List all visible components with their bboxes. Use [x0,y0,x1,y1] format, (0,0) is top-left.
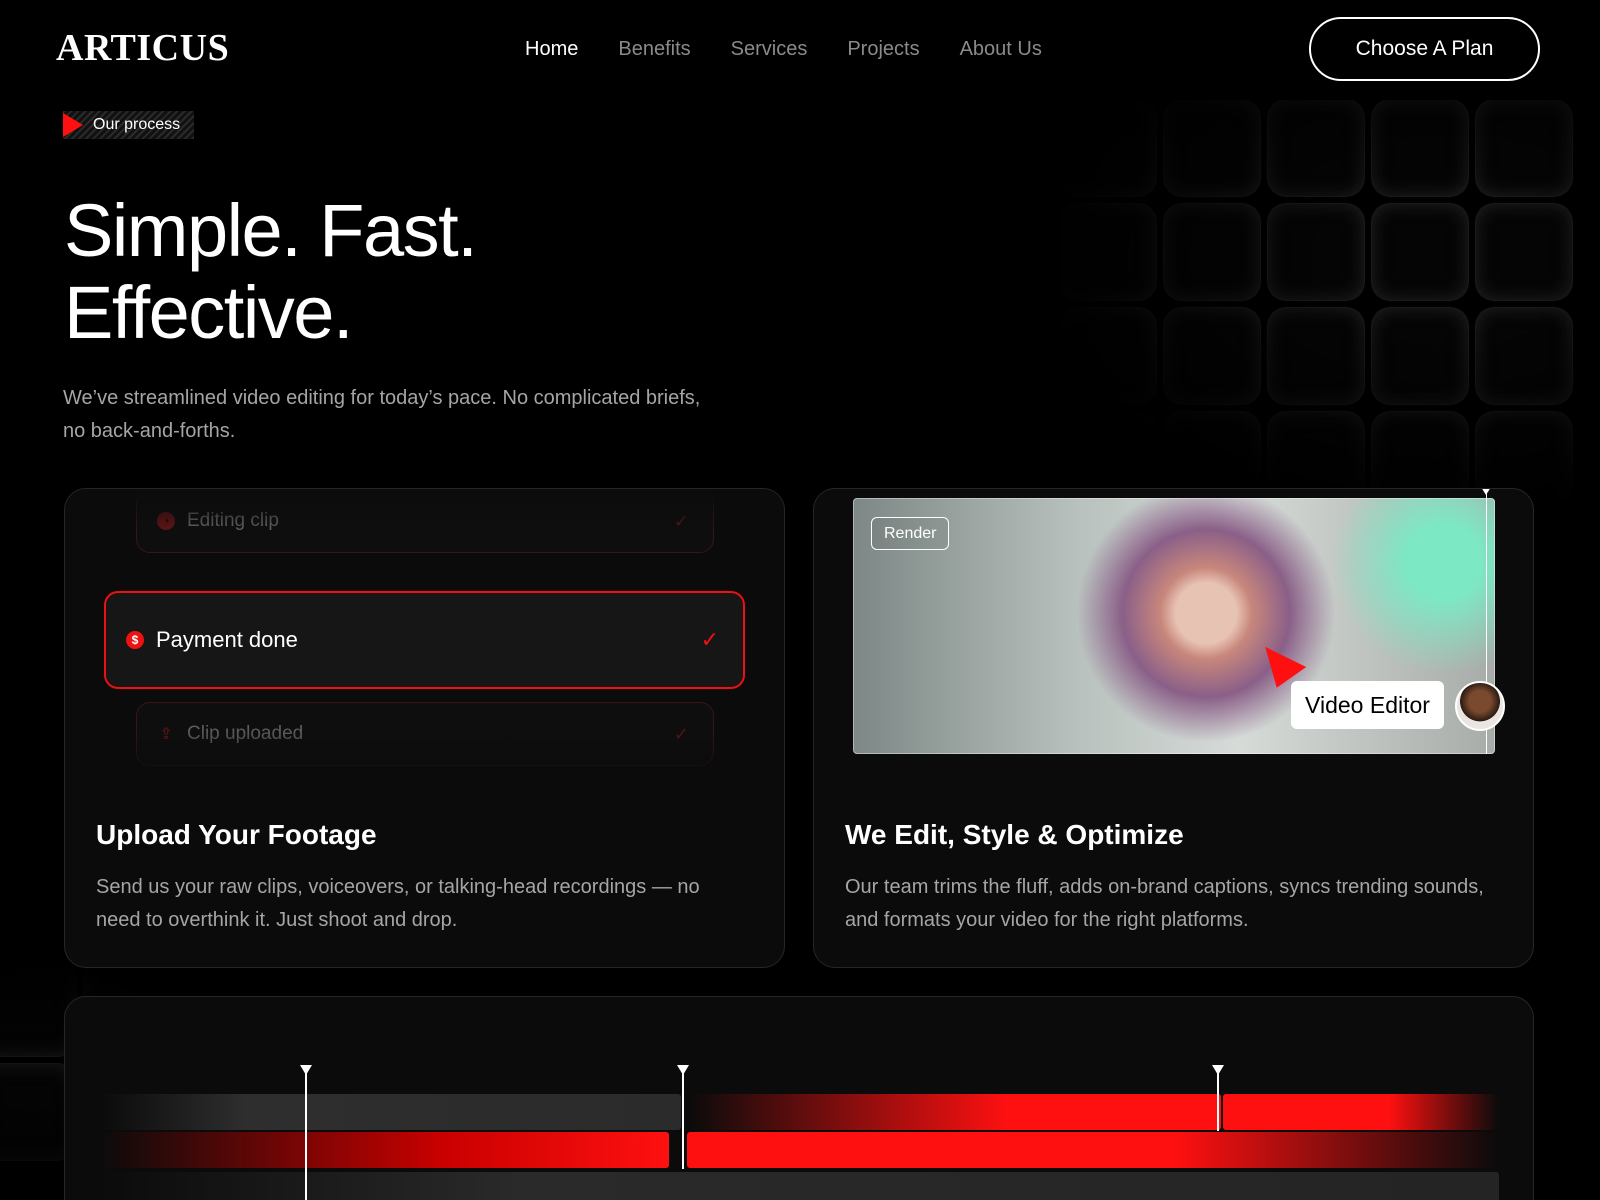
step-clip-uploaded: ⇪ Clip uploaded ✓ [136,702,714,766]
nav-item-projects[interactable]: Projects [847,38,919,61]
hero-lead: We’ve streamlined video editing for toda… [63,387,701,442]
nav-item-home[interactable]: Home [525,38,578,61]
check-icon: ✓ [700,627,719,652]
timeline-marker-line [305,1069,307,1200]
section-badge: Our process [63,111,195,139]
nav-item-about-us[interactable]: About Us [960,38,1042,61]
page-title-line-1: Simple. Fast. [64,189,478,272]
video-editor-tag: Video Editor [1291,681,1444,729]
page-title-line-2: Effective. [64,271,354,354]
timeline-track-clip[interactable] [687,1132,1499,1168]
step-label: Payment done [156,627,298,652]
check-icon: ✓ [673,510,689,531]
dollar-icon: $ [126,631,144,649]
pie-chart-icon: ◔ [157,512,175,530]
timeline-track-clip[interactable] [101,1172,1499,1200]
process-card-upload: ◔ Editing clip ✓ $ Payment done ✓ ⇪ Clip… [64,488,785,968]
check-icon: ✓ [673,723,689,744]
page-title: Simple. Fast. Effective. [64,189,478,354]
card-title: Upload Your Footage [96,819,377,850]
playhead-marker-icon[interactable] [1481,489,1491,495]
brand-logo[interactable]: ARTICUS [56,26,229,70]
step-label: Clip uploaded [187,723,304,744]
nav-item-benefits[interactable]: Benefits [618,38,690,61]
upload-icon: ⇪ [159,726,173,743]
timeline-marker-line [1217,1069,1219,1131]
card-description: Send us your raw clips, voiceovers, or t… [96,876,700,931]
timeline-marker-icon[interactable] [677,1065,689,1075]
timeline-track-clip[interactable] [1223,1094,1499,1130]
nav-item-services[interactable]: Services [731,38,808,61]
card-title: We Edit, Style & Optimize [845,819,1184,850]
timeline-track-clip[interactable] [101,1094,681,1130]
section-badge-label: Our process [93,116,181,133]
avatar [1455,681,1505,731]
timeline-card [64,996,1534,1200]
timeline-marker-icon[interactable] [300,1065,312,1075]
main-nav: Home Benefits Services Projects About Us [525,38,1042,61]
timeline-track-clip[interactable] [101,1132,669,1168]
timeline-track-clip[interactable] [689,1094,1221,1130]
step-payment-done: $ Payment done ✓ [104,591,745,689]
decorative-tile-grid [1060,100,1600,508]
render-tag: Render [871,517,950,550]
choose-plan-button[interactable]: Choose A Plan [1309,17,1540,81]
timeline-marker-icon[interactable] [1212,1065,1224,1075]
step-editing-clip: ◔ Editing clip ✓ [136,489,714,553]
play-icon [63,113,83,137]
step-label: Editing clip [187,510,279,531]
process-card-edit: Render Video Editor We Edit, Style & Opt… [813,488,1534,968]
timeline-marker-line [682,1069,684,1169]
card-description: Our team trims the fluff, adds on-brand … [845,876,1484,931]
